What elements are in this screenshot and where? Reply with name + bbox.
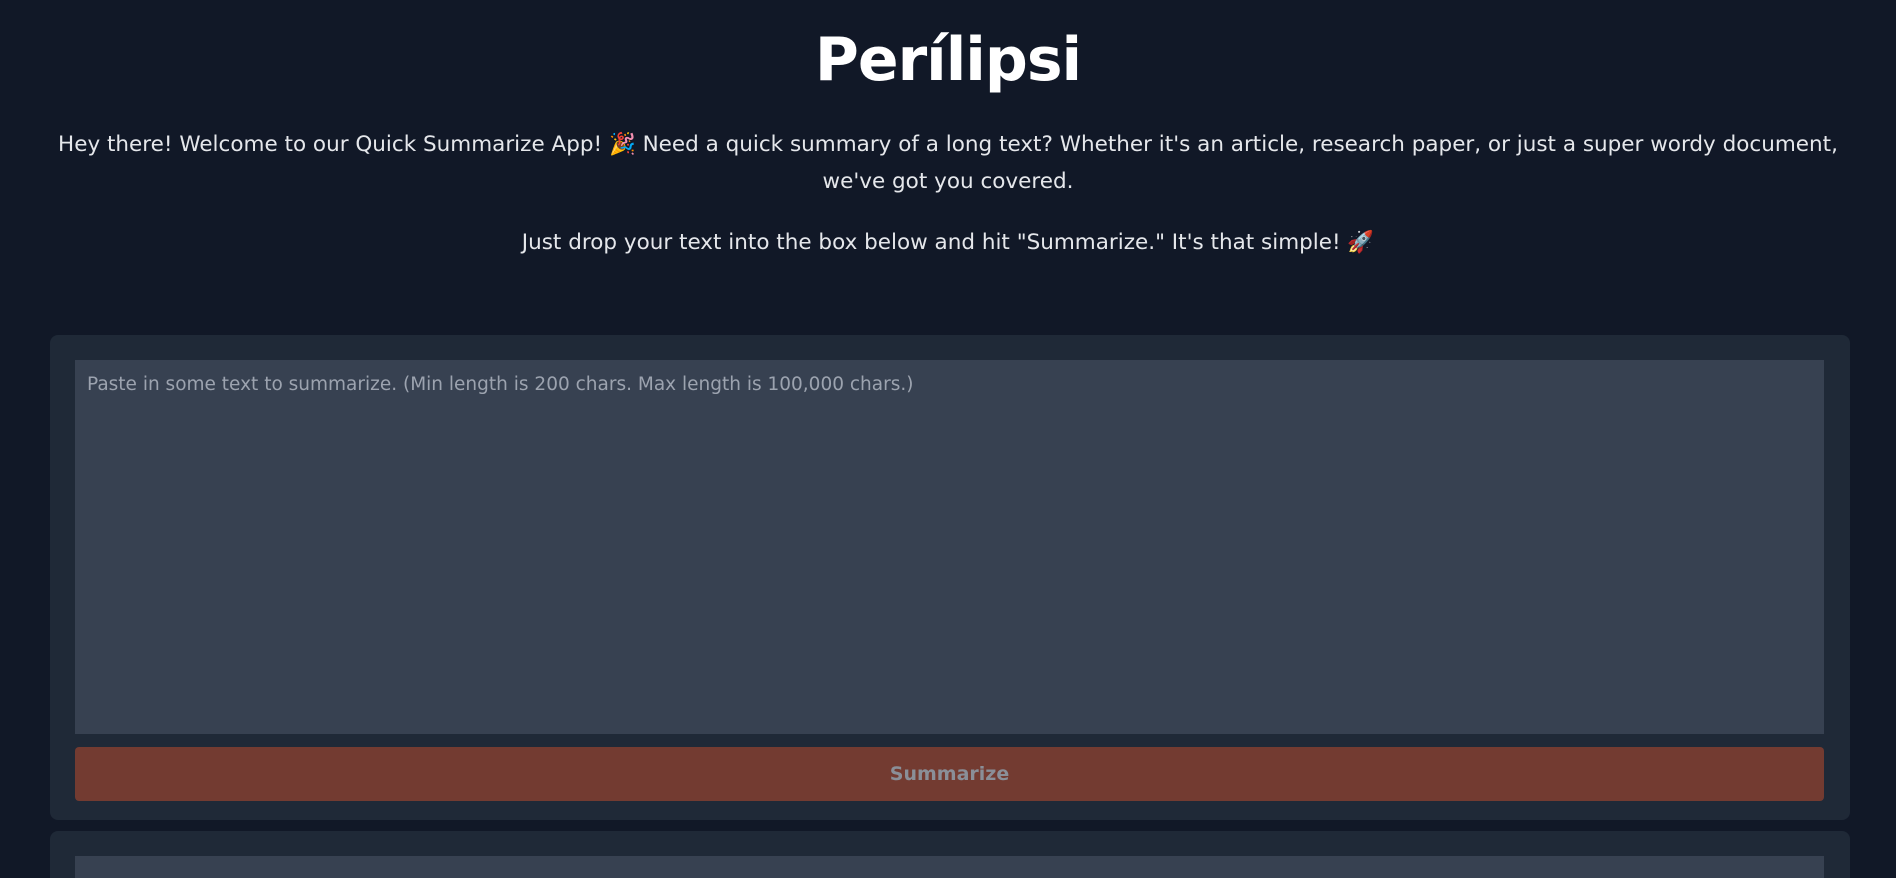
summarize-button[interactable]: Summarize bbox=[75, 747, 1824, 801]
intro-text: Hey there! Welcome to our Quick Summariz… bbox=[58, 132, 1838, 194]
output-card bbox=[50, 831, 1850, 878]
input-card: Summarize bbox=[50, 335, 1850, 820]
page-title: Perílipsi bbox=[814, 25, 1082, 95]
page: Perílipsi Hey there! Welcome to our Quic… bbox=[0, 0, 1896, 878]
text-input[interactable] bbox=[75, 360, 1824, 734]
instructions-text: Just drop your text into the box below a… bbox=[521, 230, 1375, 255]
summary-output[interactable] bbox=[75, 856, 1824, 878]
